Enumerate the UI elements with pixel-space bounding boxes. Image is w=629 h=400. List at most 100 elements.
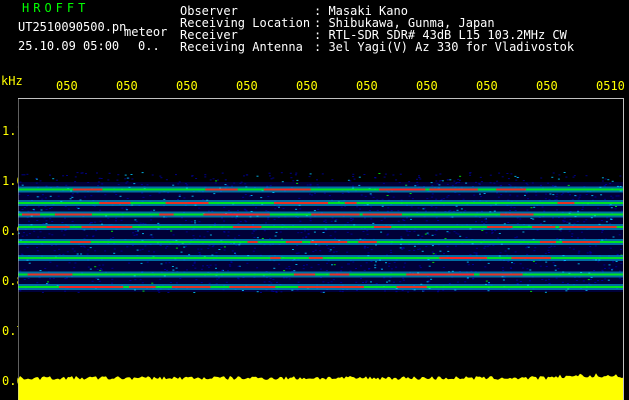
noise-speckle — [426, 281, 429, 283]
noise-speckle — [534, 247, 537, 249]
noise-speckle — [540, 184, 542, 186]
noise-speckle — [601, 231, 603, 233]
noise-speckle — [198, 221, 201, 223]
noise-speckle — [516, 223, 519, 225]
x-tick-label: 050 — [416, 79, 438, 93]
noise-speckle — [431, 245, 434, 247]
noise-speckle — [213, 193, 216, 195]
noise-speckle — [547, 249, 550, 251]
noise-speckle — [193, 262, 196, 264]
noise-speckle — [307, 233, 310, 235]
band-peak — [129, 286, 156, 288]
band-peak — [573, 226, 617, 228]
noise-speckle — [240, 181, 243, 183]
noise-speckle — [530, 207, 533, 209]
noise-speckle — [485, 232, 488, 234]
noise-speckle — [439, 173, 442, 175]
noise-speckle — [510, 267, 512, 269]
app-name: HROFFT — [22, 1, 90, 15]
noise-speckle — [260, 197, 263, 199]
noise-speckle — [223, 220, 226, 222]
noise-speckle — [195, 279, 198, 281]
x-tick-label: 050 — [236, 79, 258, 93]
noise-speckle — [126, 246, 129, 248]
noise-speckle — [130, 174, 133, 175]
noise-speckle — [274, 208, 277, 210]
noise-speckle — [448, 232, 451, 234]
noise-speckle — [172, 184, 175, 186]
noise-speckle — [283, 277, 286, 279]
noise-speckle — [139, 222, 142, 224]
noise-speckle — [467, 264, 470, 266]
noise-speckle — [565, 290, 568, 292]
spectrogram-plot — [18, 98, 624, 400]
noise-speckle — [383, 176, 386, 178]
noise-speckle — [322, 291, 325, 293]
noise-speckle — [309, 183, 312, 185]
noise-speckle — [201, 268, 203, 270]
noise-speckle — [589, 253, 592, 255]
noise-speckle — [124, 178, 127, 180]
noise-speckle — [43, 217, 46, 219]
noise-speckle — [116, 179, 119, 181]
noise-speckle — [586, 252, 589, 254]
noise-speckle — [352, 185, 354, 187]
noise-speckle — [431, 196, 434, 198]
noise-speckle — [418, 248, 421, 250]
noise-speckle — [69, 198, 72, 200]
noise-speckle — [447, 250, 450, 252]
noise-speckle — [611, 197, 614, 199]
noise-speckle — [245, 210, 248, 212]
noise-speckle — [519, 263, 522, 265]
noise-speckle — [469, 254, 472, 256]
noise-speckle — [362, 231, 365, 232]
noise-speckle — [71, 248, 74, 250]
noise-speckle — [74, 176, 77, 178]
noise-speckle — [416, 184, 419, 186]
noise-speckle — [431, 193, 434, 195]
noise-speckle — [86, 253, 89, 255]
noise-speckle — [465, 236, 468, 238]
noise-speckle — [457, 178, 460, 180]
noise-speckle — [500, 194, 503, 196]
noise-speckle — [388, 263, 391, 264]
noise-speckle — [190, 221, 193, 223]
noise-speckle — [544, 198, 547, 200]
noise-speckle — [87, 249, 90, 251]
noise-speckle — [457, 233, 460, 235]
noise-speckle — [214, 264, 217, 266]
band-peak — [487, 226, 513, 228]
band-peak — [171, 286, 211, 288]
noise-speckle — [411, 198, 414, 200]
noise-speckle — [612, 261, 615, 263]
noise-speckle — [526, 268, 529, 270]
noise-speckle — [385, 262, 387, 264]
noise-speckle — [157, 290, 160, 292]
noise-speckle — [49, 261, 52, 263]
noise-speckle — [45, 209, 48, 210]
noise-speckle — [51, 221, 54, 222]
noise-speckle — [600, 220, 603, 221]
noise-speckle — [434, 234, 437, 236]
noise-speckle — [316, 184, 319, 186]
noise-speckle — [527, 198, 529, 200]
noise-speckle — [267, 196, 270, 197]
x-tick-label: 050 — [296, 79, 318, 93]
noise-speckle — [423, 207, 426, 209]
band-peak — [293, 273, 316, 276]
noise-speckle — [603, 264, 606, 266]
noise-speckle — [353, 178, 356, 180]
noise-speckle — [193, 261, 196, 263]
band-peak — [559, 226, 577, 228]
noise-speckle — [275, 231, 278, 233]
noise-speckle — [36, 196, 39, 198]
band-peak — [429, 188, 478, 191]
noise-speckle — [578, 196, 581, 198]
noise-speckle — [28, 220, 30, 222]
noise-speckle — [126, 181, 129, 183]
noise-speckle — [418, 265, 421, 267]
noise-speckle — [269, 238, 272, 240]
noise-speckle — [208, 282, 211, 284]
noise-speckle — [551, 185, 554, 187]
noise-speckle — [473, 194, 476, 196]
